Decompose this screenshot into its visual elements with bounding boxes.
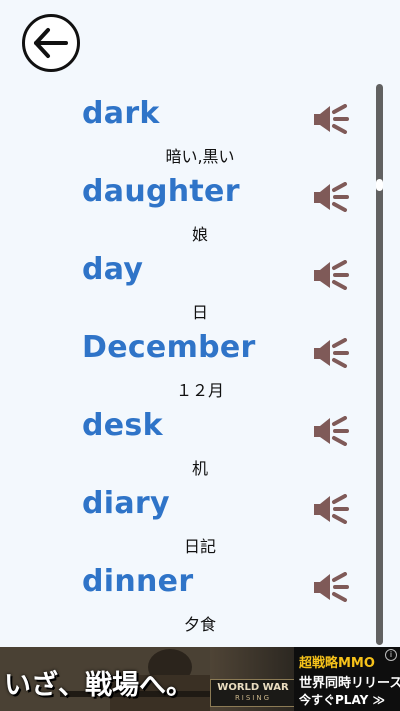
- back-button[interactable]: [22, 14, 80, 72]
- word-item[interactable]: December １２月: [0, 324, 400, 402]
- word-meaning: 夕食: [183, 615, 216, 634]
- speaker-icon[interactable]: [313, 494, 349, 524]
- ad-text-panel[interactable]: 超戦略MMO 世界同時リリース 今すぐPLAY ≫: [294, 647, 400, 711]
- word-item[interactable]: desk 机: [0, 402, 400, 480]
- word-item[interactable]: dark 暗い,黒い: [0, 90, 400, 168]
- word-list[interactable]: dark 暗い,黒い daughter 娘 day 日 December １２月 desk 机 di…: [0, 82, 400, 647]
- ad-game-logo-title: WORLD WAR: [217, 682, 289, 693]
- speaker-icon[interactable]: [313, 572, 349, 602]
- word-meaning: 暗い,黒い: [165, 147, 235, 166]
- arrow-left-icon: [34, 28, 68, 58]
- ad-banner[interactable]: いざ、戦場へ。 WORLD WAR RISING 超戦略MMO 世界同時リリース…: [0, 647, 400, 711]
- word-meaning: 机: [191, 459, 208, 478]
- word-text: day: [82, 252, 144, 287]
- word-meaning: 日: [191, 303, 208, 322]
- ad-play-button[interactable]: 今すぐPLAY ≫: [299, 691, 385, 708]
- speaker-icon[interactable]: [313, 104, 349, 134]
- word-text: December: [82, 330, 256, 365]
- info-icon[interactable]: i: [385, 649, 397, 661]
- word-meaning: 娘: [191, 225, 208, 244]
- ad-line-1: 超戦略MMO: [299, 656, 375, 671]
- word-text: daughter: [82, 174, 240, 209]
- scrollbar[interactable]: [376, 84, 383, 645]
- ad-game-logo: WORLD WAR RISING: [210, 679, 296, 707]
- speaker-icon[interactable]: [313, 416, 349, 446]
- word-item[interactable]: diary 日記: [0, 480, 400, 558]
- speaker-icon[interactable]: [313, 260, 349, 290]
- word-text: desk: [82, 408, 163, 443]
- word-text: dark: [82, 96, 160, 131]
- ad-headline: いざ、戦場へ。: [4, 670, 193, 701]
- word-meaning: １２月: [175, 381, 224, 400]
- ad-game-logo-sub: RISING: [234, 694, 272, 702]
- word-meaning: 日記: [183, 537, 216, 556]
- word-text: dinner: [82, 564, 194, 599]
- speaker-icon[interactable]: [313, 182, 349, 212]
- word-item[interactable]: daughter 娘: [0, 168, 400, 246]
- word-item[interactable]: day 日: [0, 246, 400, 324]
- scrollbar-thumb[interactable]: [376, 179, 383, 191]
- speaker-icon[interactable]: [313, 338, 349, 368]
- word-text: diary: [82, 486, 170, 521]
- ad-line-2: 世界同時リリース: [299, 676, 400, 691]
- word-item[interactable]: dinner 夕食: [0, 558, 400, 636]
